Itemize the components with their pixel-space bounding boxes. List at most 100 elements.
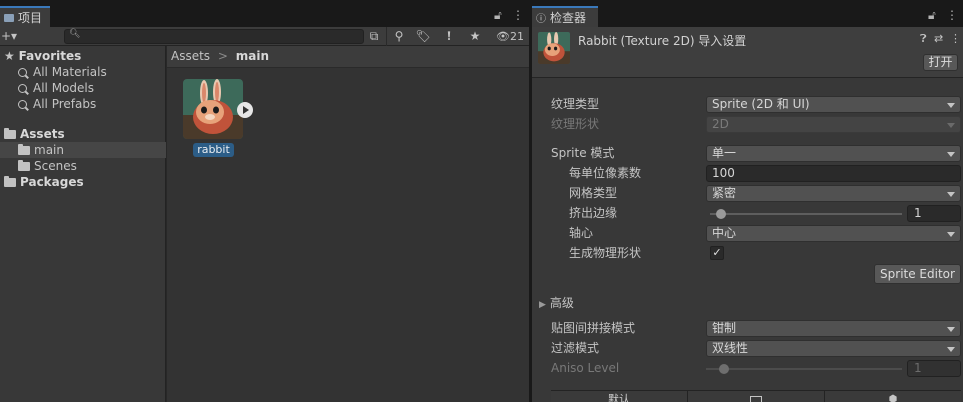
favorite-item[interactable]: All Prefabs — [0, 96, 166, 112]
open-button[interactable]: 打开 — [923, 54, 958, 71]
more-options-icon[interactable]: ⋮ — [950, 32, 961, 45]
star-icon: ★ — [4, 49, 15, 63]
folder-icon — [18, 144, 30, 155]
platform-tab-standalone[interactable] — [688, 391, 825, 402]
rabbit-thumbnail[interactable] — [183, 79, 243, 139]
tab-project-label: 项目 — [18, 11, 43, 25]
log-filter-icon[interactable]: ❗︎ — [440, 28, 458, 45]
generate-physics-shape-label: 生成物理形状 — [569, 246, 642, 260]
search-by-type-icon[interactable]: ⧉ — [366, 28, 382, 45]
tree-item-scenes[interactable]: Scenes — [0, 158, 166, 174]
asset-name-label[interactable]: rabbit — [193, 143, 234, 157]
texture-type-dropdown[interactable]: Sprite (2D 和 UI) — [706, 96, 961, 113]
search-icon: 🔍︎ — [69, 29, 81, 39]
texture-type-label: 纹理类型 — [551, 97, 600, 111]
favorite-star-icon[interactable]: ★ — [466, 28, 484, 45]
pivot-dropdown[interactable]: 中心 — [706, 225, 961, 242]
favorites-header[interactable]: ★ Favorites — [0, 48, 166, 64]
chevron-down-icon — [947, 152, 955, 157]
mesh-type-dropdown[interactable]: 紧密 — [706, 185, 961, 202]
wrap-mode-dropdown[interactable]: 钳制 — [706, 320, 961, 337]
chevron-down-icon — [947, 347, 955, 352]
tree-item-packages-label: Packages — [20, 175, 84, 189]
extrude-edges-slider-handle[interactable] — [716, 209, 726, 219]
presets-icon[interactable]: ⇄ — [934, 32, 943, 45]
more-options-icon[interactable]: ⋮ — [512, 8, 527, 22]
advanced-label: 高级 — [549, 296, 574, 310]
extrude-edges-slider-track[interactable] — [710, 213, 902, 215]
eye-icon: 👁︎ — [496, 30, 510, 43]
favorite-item[interactable]: All Materials — [0, 64, 166, 80]
monitor-icon — [750, 396, 762, 402]
sprite-mode-dropdown[interactable]: 单一 — [706, 145, 961, 162]
pivot-value: 中心 — [712, 226, 737, 240]
search-icon — [18, 68, 27, 77]
asset-grid-pane: Assets > main rabbit — [167, 46, 529, 402]
platform-tab-webgl[interactable]: ⬢ — [825, 391, 961, 402]
more-options-icon[interactable]: ⋮ — [946, 8, 961, 22]
play-preview-icon[interactable] — [237, 102, 253, 118]
pivot-label: 轴心 — [569, 226, 594, 240]
texture-type-value: Sprite (2D 和 UI) — [712, 97, 810, 111]
tree-item-main[interactable]: main — [0, 142, 166, 158]
tab-project[interactable]: 项目 — [0, 6, 50, 27]
hidden-count: 21 — [509, 30, 524, 43]
tree-item-packages[interactable]: Packages — [0, 174, 166, 190]
favorite-item[interactable]: All Models — [0, 80, 166, 96]
search-icon — [18, 100, 27, 109]
tree-item-assets[interactable]: Assets — [0, 126, 166, 142]
folder-icon — [4, 176, 16, 187]
filter-by-type-icon[interactable]: ⚲ — [390, 28, 408, 45]
pixels-per-unit-label: 每单位像素数 — [569, 166, 642, 180]
project-window: 项目 🔓︎ ⋮ +▾ 🔍︎ ⧉ ⚲ 🏷︎ ❗︎ ★ 👁︎21 ★ Favorit… — [0, 0, 529, 402]
chevron-down-icon — [947, 232, 955, 237]
inspector-header: Rabbit (Texture 2D) 导入设置 ❓︎ ⇄ ⋮ 打开 — [532, 27, 963, 78]
sprite-mode-label: Sprite 模式 — [551, 146, 615, 160]
tree-item-assets-label: Assets — [20, 127, 65, 141]
mesh-type-value: 紧密 — [712, 186, 737, 200]
rabbit-header-thumbnail — [538, 32, 570, 64]
hidden-packages-toggle[interactable]: 👁︎21 — [492, 28, 528, 45]
aniso-level-label: Aniso Level — [551, 361, 620, 375]
texture-shape-dropdown: 2D — [706, 116, 961, 133]
inspector-window: ⓘ 检查器 🔓︎ ⋮ Rabbit (Texture 2D) 导入设置 ❓︎ ⇄… — [532, 0, 963, 402]
tab-inspector-label: 检查器 — [550, 11, 587, 25]
tab-inspector[interactable]: ⓘ 检查器 — [532, 6, 598, 27]
texture-shape-label: 纹理形状 — [551, 117, 600, 131]
favorite-item-label: All Prefabs — [33, 97, 97, 111]
pixels-per-unit-field[interactable]: 100 — [706, 165, 961, 182]
lock-icon[interactable]: 🔓︎ — [928, 8, 939, 23]
filter-by-label-icon[interactable]: 🏷︎ — [414, 28, 432, 45]
info-icon: ⓘ — [536, 14, 546, 25]
wrap-mode-value: 钳制 — [712, 321, 737, 335]
search-input[interactable]: 🔍︎ — [64, 29, 364, 44]
tree-item-main-label: main — [34, 143, 64, 157]
folder-icon — [4, 13, 14, 22]
favorite-item-label: All Models — [33, 81, 94, 95]
aniso-level-field: 1 — [907, 360, 961, 377]
lock-icon[interactable]: 🔓︎ — [494, 8, 505, 23]
advanced-foldout[interactable]: ▶ 高级 — [539, 294, 574, 312]
search-icon — [18, 84, 27, 93]
favorite-item-label: All Materials — [33, 65, 107, 79]
help-icon[interactable]: ❓︎ — [920, 32, 927, 46]
tree-item-scenes-label: Scenes — [34, 159, 77, 173]
aniso-level-slider-track — [706, 368, 902, 370]
aniso-level-slider-handle — [719, 364, 729, 374]
create-dropdown-icon[interactable]: +▾ — [0, 28, 18, 45]
breadcrumb-current[interactable]: main — [236, 49, 269, 63]
sprite-editor-button[interactable]: Sprite Editor — [874, 264, 961, 284]
sprite-mode-value: 单一 — [712, 146, 737, 160]
extrude-edges-field[interactable]: 1 — [907, 205, 961, 222]
breadcrumb-root[interactable]: Assets — [171, 49, 210, 63]
cube-icon: ⬢ — [888, 394, 898, 402]
wrap-mode-label: 贴图间拼接模式 — [551, 321, 636, 335]
filter-mode-dropdown[interactable]: 双线性 — [706, 340, 961, 357]
filter-mode-value: 双线性 — [712, 341, 749, 355]
chevron-right-icon: ▶ — [539, 300, 546, 310]
platform-tab-default[interactable]: 默认 — [551, 391, 688, 402]
folder-tree-pane: ★ Favorites All Materials All Models All… — [0, 46, 166, 402]
platform-tab-bar: 默认 ⬢ — [551, 390, 961, 402]
chevron-down-icon — [947, 103, 955, 108]
generate-physics-shape-checkbox[interactable]: ✓ — [710, 246, 724, 260]
